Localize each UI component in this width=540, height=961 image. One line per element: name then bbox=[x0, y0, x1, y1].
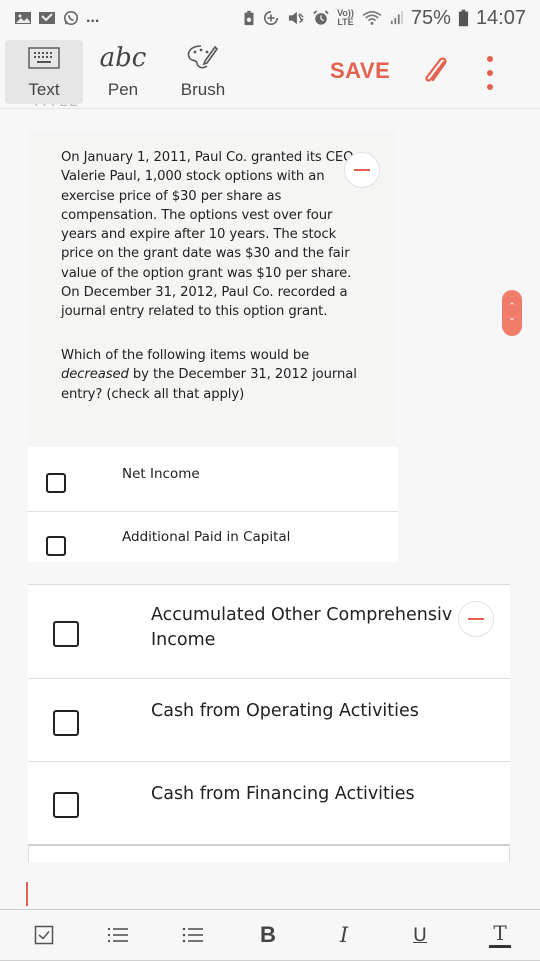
option-label: Net Income bbox=[122, 466, 200, 482]
italic-button[interactable]: I bbox=[326, 918, 362, 952]
notification-overflow: ... bbox=[86, 9, 100, 26]
battery-icon bbox=[458, 9, 469, 27]
option-label: Additional Paid in Capital bbox=[122, 529, 291, 545]
bold-icon: B bbox=[260, 922, 276, 947]
tool-pen[interactable]: abc Pen bbox=[84, 40, 162, 104]
tool-pen-label: Pen bbox=[107, 80, 139, 99]
tool-text-label: Text bbox=[28, 80, 60, 99]
option-checkbox[interactable] bbox=[53, 710, 79, 736]
mute-icon bbox=[288, 11, 304, 25]
alarm-icon bbox=[313, 10, 329, 25]
numbered-list-icon bbox=[108, 928, 128, 942]
question-paragraph: On January 1, 2011, Paul Co. granted its… bbox=[61, 150, 358, 320]
bullet-list-button[interactable] bbox=[175, 918, 211, 952]
option-label-line2: Income bbox=[151, 630, 216, 650]
minus-icon bbox=[354, 169, 370, 171]
remove-block-button[interactable] bbox=[458, 601, 494, 637]
volte-icon: Vo)) LTE bbox=[337, 8, 354, 27]
status-bar: ... Vo)) LTE 75% 14:07 bbox=[0, 0, 540, 36]
text-color-icon: T bbox=[493, 920, 507, 945]
option-label: Accumulated Other Comprehensiv Income bbox=[151, 603, 452, 653]
option-label: Cash from Financing Activities bbox=[151, 784, 415, 804]
bold-button[interactable]: B bbox=[250, 918, 286, 952]
option-checkbox[interactable] bbox=[53, 621, 79, 647]
chevron-up-icon: ⌃ bbox=[508, 302, 516, 312]
next-block-edge bbox=[28, 844, 510, 862]
numbered-list-button[interactable] bbox=[100, 918, 136, 952]
option-label: Cash from Operating Activities bbox=[151, 701, 419, 721]
battery-percent: 75% bbox=[410, 6, 451, 29]
tool-brush[interactable]: Brush bbox=[164, 40, 242, 104]
remove-block-button[interactable] bbox=[344, 152, 380, 188]
option-checkbox[interactable] bbox=[53, 792, 79, 818]
underline-icon: U bbox=[413, 924, 427, 946]
prompt-emphasis: decreased bbox=[61, 367, 129, 383]
editor-toolbar: Text abc Pen Brush SAVE bbox=[0, 36, 540, 109]
tool-text[interactable]: Text bbox=[5, 40, 83, 104]
text-cursor[interactable] bbox=[26, 882, 28, 906]
more-options-button[interactable] bbox=[484, 56, 496, 90]
wifi-icon bbox=[362, 10, 382, 25]
minus-icon bbox=[468, 618, 484, 620]
dot bbox=[487, 56, 493, 62]
email-icon bbox=[39, 12, 55, 24]
option-row[interactable]: Accumulated Other Comprehensiv Income bbox=[28, 585, 510, 677]
options-group-large: Accumulated Other Comprehensiv Income Ca… bbox=[28, 584, 510, 845]
clock: 14:07 bbox=[475, 6, 526, 29]
prompt-pre: Which of the following items would be bbox=[61, 348, 310, 363]
italic-icon: I bbox=[339, 923, 349, 947]
dot bbox=[487, 70, 493, 76]
tool-brush-label: Brush bbox=[180, 80, 226, 99]
gallery-icon bbox=[15, 12, 31, 24]
handwriting-icon: abc bbox=[99, 43, 147, 73]
chevron-down-icon: ⌄ bbox=[508, 313, 516, 323]
bullet-list-icon bbox=[182, 927, 203, 943]
option-row[interactable]: Additional Paid in Capital bbox=[28, 512, 398, 562]
data-saver-icon bbox=[264, 10, 279, 26]
battery-saver-icon bbox=[244, 10, 254, 26]
question-prompt: Which of the following items would be de… bbox=[61, 346, 381, 404]
checkbox-format-button[interactable] bbox=[26, 918, 62, 952]
keyboard-icon bbox=[28, 47, 60, 69]
option-label-line1: Accumulated Other Comprehensiv bbox=[151, 605, 453, 625]
underline-button[interactable]: U bbox=[402, 918, 438, 952]
scroll-handle[interactable]: ⌃ ⌄ bbox=[502, 290, 522, 336]
clipped-text-remnant: TITLE bbox=[32, 104, 82, 110]
whatsapp-icon bbox=[63, 10, 79, 26]
option-row[interactable]: Cash from Operating Activities bbox=[28, 679, 510, 761]
dot bbox=[487, 84, 493, 90]
option-row[interactable]: Net Income bbox=[28, 447, 398, 511]
option-checkbox[interactable] bbox=[46, 473, 66, 493]
format-bar: B I U T bbox=[0, 909, 540, 961]
option-row[interactable]: Cash from Financing Activities bbox=[28, 762, 510, 845]
signal-icon bbox=[390, 11, 403, 25]
text-color-button[interactable]: T bbox=[482, 918, 518, 952]
text-color-swatch bbox=[489, 944, 511, 948]
options-group-small: Net Income Additional Paid in Capital bbox=[28, 447, 398, 562]
attach-icon[interactable] bbox=[420, 54, 452, 90]
option-checkbox[interactable] bbox=[46, 536, 66, 556]
save-button[interactable]: SAVE bbox=[330, 58, 390, 84]
checkbox-icon bbox=[34, 925, 54, 945]
palette-brush-icon bbox=[187, 45, 219, 69]
